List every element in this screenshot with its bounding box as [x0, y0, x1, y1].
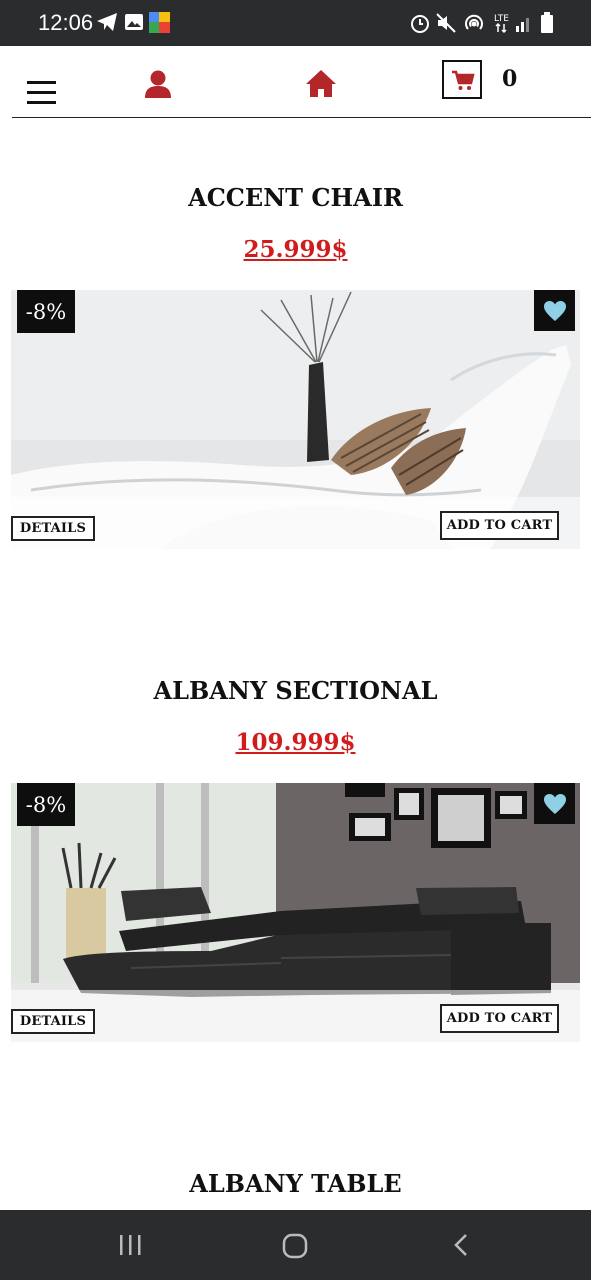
- product-image-accent-chair[interactable]: -8% DETAILS ADD TO CART: [11, 290, 580, 549]
- lte-signal-icon: LTE: [494, 14, 529, 34]
- cart-icon: [452, 70, 475, 90]
- product-price[interactable]: 25.999$: [0, 236, 591, 263]
- product-image-albany-sectional[interactable]: -8% DETAILS ADD TO CART: [11, 783, 580, 1042]
- details-button[interactable]: DETAILS: [11, 1009, 95, 1034]
- status-bar: 12:06 LTE: [0, 0, 591, 46]
- cart-count: 0: [502, 66, 518, 92]
- cart-button[interactable]: [442, 60, 482, 99]
- home-icon[interactable]: [305, 69, 337, 98]
- system-navigation-bar: [0, 1210, 591, 1280]
- add-to-cart-button[interactable]: ADD TO CART: [440, 1004, 559, 1033]
- product-price[interactable]: 109.999$: [0, 729, 591, 756]
- user-icon[interactable]: [144, 70, 172, 98]
- product-title: ALBANY TABLE: [189, 1169, 402, 1198]
- product-title: ALBANY SECTIONAL: [153, 676, 438, 705]
- alarm-icon: [411, 15, 429, 33]
- add-to-cart-button[interactable]: ADD TO CART: [440, 511, 559, 540]
- recent-apps-icon[interactable]: [118, 1233, 142, 1257]
- wishlist-button[interactable]: [534, 783, 575, 824]
- menu-icon[interactable]: [27, 80, 57, 105]
- mute-icon: [436, 13, 456, 33]
- svg-text:LTE: LTE: [494, 14, 509, 24]
- heart-icon: [543, 300, 566, 321]
- hotspot-icon: [465, 14, 483, 30]
- home-nav-icon[interactable]: [281, 1232, 309, 1260]
- battery-icon: [541, 12, 553, 33]
- wishlist-button[interactable]: [534, 290, 575, 331]
- details-button[interactable]: DETAILS: [11, 516, 95, 541]
- product-title: ACCENT CHAIR: [188, 183, 403, 212]
- gallery-icon: [125, 14, 143, 30]
- discount-badge: -8%: [17, 783, 75, 826]
- header-divider: [12, 117, 591, 118]
- back-icon[interactable]: [451, 1232, 471, 1258]
- discount-badge: -8%: [17, 290, 75, 333]
- maps-icon: [149, 12, 170, 33]
- status-time: 12:06: [38, 10, 94, 35]
- telegram-icon: [97, 13, 117, 31]
- heart-icon: [543, 793, 566, 814]
